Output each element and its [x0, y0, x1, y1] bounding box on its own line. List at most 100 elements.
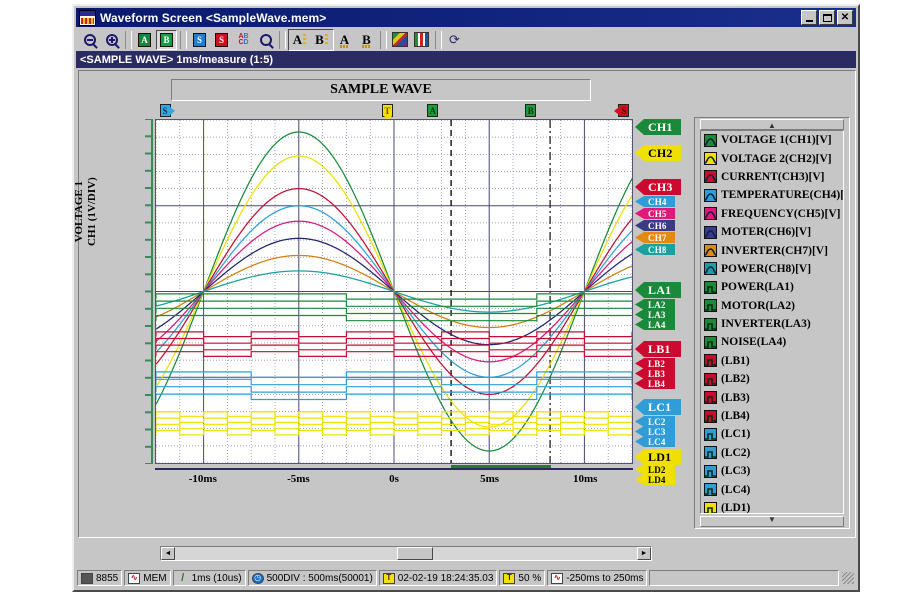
scrollbar-track[interactable] — [175, 547, 637, 560]
legend-item[interactable]: (LB4) — [701, 407, 843, 425]
marker-trigger[interactable]: T — [381, 104, 393, 121]
close-button[interactable]: ✕ — [837, 10, 853, 25]
channel-tag-la1[interactable]: LA1 — [635, 282, 681, 298]
legend-item[interactable]: (LC2) — [701, 444, 843, 462]
color-grid-button[interactable] — [389, 29, 410, 50]
legend-item-label: (LD1) — [721, 502, 751, 514]
legend-item[interactable]: TEMPERATURE(CH4)[V] — [701, 186, 843, 204]
refresh-button[interactable]: ⟳ — [444, 29, 465, 50]
channel-tag-ch6[interactable]: CH6 — [635, 220, 675, 231]
trigger-icon: T — [382, 572, 395, 584]
marker-b[interactable]: B — [525, 104, 537, 117]
legend-item[interactable]: CURRENT(CH3)[V] — [701, 168, 843, 186]
text-a-button[interactable]: A — [289, 29, 310, 50]
legend-item[interactable]: VOLTAGE 1(CH1)[V] — [701, 131, 843, 149]
legend-item[interactable]: (LC3) — [701, 462, 843, 480]
search-button[interactable] — [255, 29, 276, 50]
start-marker-button[interactable]: S — [189, 29, 210, 50]
maximize-button[interactable] — [819, 10, 835, 25]
scrollbar-thumb[interactable] — [396, 547, 433, 560]
y-axis-ticks — [145, 119, 153, 464]
channel-tag-la3[interactable]: LA3 — [635, 309, 675, 320]
legend-item[interactable]: (LC4) — [701, 480, 843, 498]
channel-tag-label: LA2 — [648, 299, 666, 310]
channel-tag-la4[interactable]: LA4 — [635, 319, 675, 330]
status-memory-value: MEM — [143, 572, 167, 584]
channel-tag-label: LC3 — [648, 426, 666, 437]
legend-item-label: (LC2) — [721, 446, 751, 459]
channel-tag-lb4[interactable]: LB4 — [635, 378, 675, 389]
marker-stop[interactable]: S — [614, 104, 630, 117]
analog-wave-icon — [704, 225, 717, 239]
legend-item[interactable]: MOTOR(LA2) — [701, 297, 843, 315]
channel-tag-ch2[interactable]: CH2 — [635, 145, 681, 161]
channel-tag-lc3[interactable]: LC3 — [635, 426, 675, 437]
status-bar: 8855 ∿ MEM / 1ms (10us) ◷ 500DIV : 500ms… — [76, 569, 856, 587]
channel-tag-ld2[interactable]: LD2 — [635, 464, 675, 475]
scroll-right-button[interactable]: ► — [637, 547, 651, 560]
channel-tag-lb3[interactable]: LB3 — [635, 368, 675, 379]
chevron-down-icon: ▼ — [768, 515, 776, 524]
channel-tag-ld4[interactable]: LD4 — [635, 474, 675, 485]
status-model-value: 8855 — [96, 572, 119, 584]
channel-tag-lc1[interactable]: LC1 — [635, 399, 681, 415]
channel-tag-ch1[interactable]: CH1 — [635, 119, 681, 135]
underline-a-button[interactable]: A — [334, 29, 355, 50]
channel-tag-ld1[interactable]: LD1 — [635, 449, 681, 465]
legend-item[interactable]: INVERTER(CH7)[V] — [701, 241, 843, 259]
search-icon — [259, 33, 272, 46]
waveform-plot[interactable] — [155, 119, 633, 464]
stop-marker-button[interactable]: S — [211, 29, 232, 50]
marker-a[interactable]: A — [427, 104, 439, 117]
cursor-b-button[interactable]: B — [156, 29, 177, 50]
marker-start-pointer — [169, 107, 175, 115]
legend-item[interactable]: MOTER(CH6)[V] — [701, 223, 843, 241]
channel-tag-lc2[interactable]: LC2 — [635, 416, 675, 427]
legend-item[interactable]: (LB1) — [701, 352, 843, 370]
legend-scroll-down[interactable]: ▼ — [700, 515, 844, 527]
search-abcd-button[interactable]: AB CD — [233, 29, 254, 50]
channel-tag-ch3[interactable]: CH3 — [635, 179, 681, 195]
marker-start[interactable]: S — [159, 104, 175, 117]
cursor-a-button[interactable]: A — [134, 29, 155, 50]
channel-tag-ch8[interactable]: CH8 — [635, 244, 675, 255]
legend-item[interactable]: FREQUENCY(CH5)[V] — [701, 205, 843, 223]
legend-scroll-up[interactable]: ▲ — [700, 119, 844, 130]
channel-tag-lc4[interactable]: LC4 — [635, 436, 675, 447]
legend-item[interactable]: (LB3) — [701, 388, 843, 406]
scroll-left-button[interactable]: ◄ — [161, 547, 175, 560]
horizontal-scrollbar[interactable]: ◄ ► — [160, 546, 652, 561]
channel-tag-ch4[interactable]: CH4 — [635, 196, 675, 207]
underline-b-button[interactable]: B — [356, 29, 377, 50]
analog-wave-icon — [704, 133, 717, 147]
channel-tag-ch5[interactable]: CH5 — [635, 208, 675, 219]
legend-item[interactable]: NOISE(LA4) — [701, 333, 843, 351]
waveform-title: SAMPLE WAVE — [171, 79, 591, 101]
legend-item-label: VOLTAGE 2(CH2)[V] — [721, 152, 832, 165]
marker-trigger-label: T — [384, 105, 391, 116]
legend-item[interactable]: POWER(LA1) — [701, 278, 843, 296]
channel-tag-ch7[interactable]: CH7 — [635, 232, 675, 243]
legend-item[interactable]: POWER(CH8)[V] — [701, 260, 843, 278]
resize-grip[interactable] — [842, 572, 854, 584]
text-b-button[interactable]: B — [311, 29, 332, 50]
channel-tag-label: CH6 — [648, 220, 667, 231]
legend-item-label: CURRENT(CH3)[V] — [721, 170, 825, 183]
legend-item[interactable]: (LC1) — [701, 425, 843, 443]
legend-item[interactable]: INVERTER(LA3) — [701, 315, 843, 333]
zoom-in-button[interactable] — [101, 29, 122, 50]
digital-wave-icon — [704, 501, 717, 513]
legend-item-label: (LB1) — [721, 354, 750, 367]
legend-item[interactable]: (LB2) — [701, 370, 843, 388]
waveform-app-icon — [79, 9, 96, 26]
channel-tag-la2[interactable]: LA2 — [635, 299, 675, 310]
channel-tag-label: LC1 — [648, 399, 672, 414]
channel-grid-button[interactable] — [411, 29, 432, 50]
minimize-button[interactable] — [801, 10, 817, 25]
channel-tag-label: LA4 — [648, 319, 666, 330]
channel-tag-lb1[interactable]: LB1 — [635, 341, 681, 357]
zoom-out-button[interactable] — [79, 29, 100, 50]
channel-tag-lb2[interactable]: LB2 — [635, 358, 675, 369]
legend-item[interactable]: VOLTAGE 2(CH2)[V] — [701, 149, 843, 167]
legend-item[interactable]: (LD1) — [701, 499, 843, 514]
